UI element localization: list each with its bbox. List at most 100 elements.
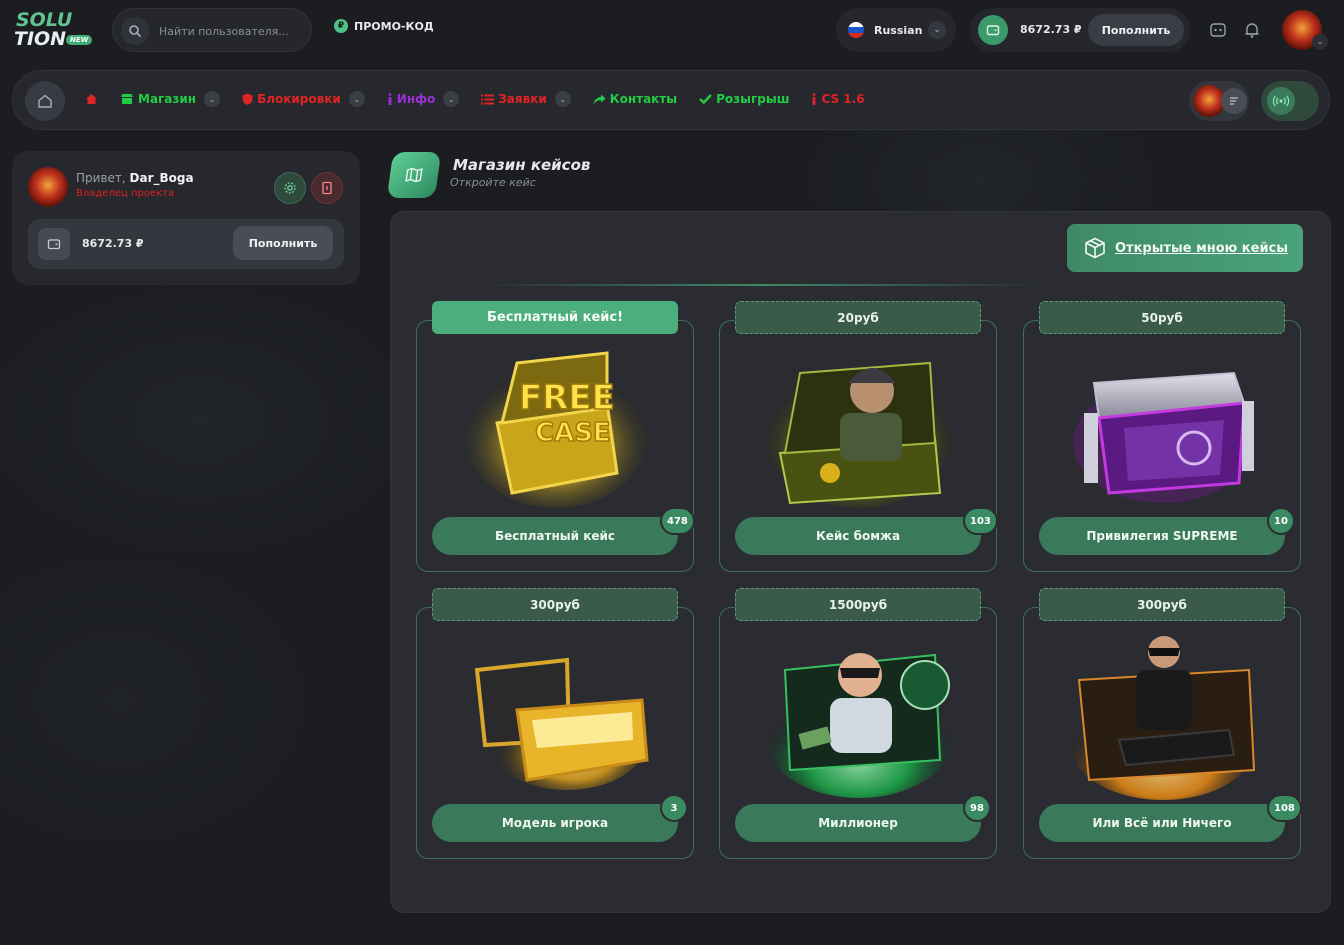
case-open-button[interactable]: Привилегия SUPREME	[1039, 517, 1285, 555]
case-image[interactable]	[457, 630, 655, 800]
nav-item-check[interactable]: Розыгрыш	[699, 92, 789, 106]
case-open-button[interactable]: Бесплатный кейс	[432, 517, 678, 555]
case-image[interactable]	[1064, 630, 1262, 800]
search-input[interactable]	[159, 21, 299, 41]
home-button[interactable]	[25, 81, 65, 121]
logo-new-badge: NEW	[66, 35, 93, 45]
nav-item-label: Инфо	[396, 92, 436, 106]
page-subtitle: Откройте кейс	[450, 176, 536, 189]
nav-item-label: Заявки	[498, 92, 547, 106]
menu-lines-icon	[1221, 88, 1247, 114]
promo-code-link[interactable]: ₽ ПРОМО-КОД	[334, 19, 434, 33]
logo-line-2: TION	[14, 28, 67, 50]
topup-button[interactable]: Пополнить	[1088, 14, 1184, 46]
case-card[interactable]: 50руб Привилегия SUPREME 10	[1023, 301, 1301, 572]
search-icon[interactable]	[121, 17, 149, 45]
user-menu-toggle[interactable]	[1189, 81, 1249, 121]
info-icon	[387, 93, 393, 105]
nav-item-label: CS 1.6	[821, 92, 865, 106]
nav-item-shield[interactable]: Блокировки ⌄	[242, 91, 365, 107]
nav-item-label: Контакты	[609, 92, 678, 106]
username: Dar_Boga	[129, 171, 194, 185]
cases-panel: Открытые мною кейсы Бесплатный кейс! FREE…	[390, 211, 1331, 913]
russia-flag-icon	[848, 22, 864, 38]
case-price-badge: Бесплатный кейс!	[432, 301, 678, 334]
home-icon	[85, 93, 98, 105]
page-title: Магазин кейсов	[453, 156, 591, 174]
case-image[interactable]	[1064, 343, 1262, 513]
nav-item-home[interactable]	[85, 93, 98, 105]
case-open-button[interactable]: Модель игрока	[432, 804, 678, 842]
case-price-badge: 300руб	[432, 588, 678, 621]
case-image[interactable]	[760, 343, 958, 513]
user-role: Владелец проекта	[76, 188, 175, 199]
chevron-down-icon[interactable]: ⌄	[204, 91, 221, 107]
wallet-icon	[978, 15, 1008, 45]
avatar[interactable]: ⌄	[1282, 10, 1328, 50]
nav-item-info[interactable]: Инфо ⌄	[387, 91, 460, 107]
greeting-prefix: Привет,	[76, 171, 130, 185]
chevron-down-icon: ⌄	[1312, 34, 1328, 50]
chevron-down-icon[interactable]: ⌄	[554, 91, 571, 107]
case-open-button[interactable]: Кейс бомжа	[735, 517, 981, 555]
search-box	[112, 8, 312, 52]
map-icon	[386, 152, 442, 198]
language-label: Russian	[874, 23, 923, 37]
chevron-down-icon[interactable]: ⌄	[443, 91, 460, 107]
case-image[interactable]	[760, 630, 958, 800]
case-card[interactable]: 20руб Кейс бомжа 103	[719, 301, 998, 572]
nav-item-label: Розыгрыш	[716, 92, 790, 106]
box-icon	[1085, 237, 1105, 259]
nav-item-share[interactable]: Контакты	[593, 92, 677, 106]
case-card[interactable]: 1500руб Миллионер 98	[719, 588, 997, 859]
case-open-count-badge: 3	[660, 794, 688, 822]
profile-wallet: 8672.73 ₽ Пополнить	[28, 219, 344, 269]
logo[interactable]: SOLU TION NEW	[14, 10, 94, 52]
gear-icon	[284, 182, 296, 194]
nav-item-store[interactable]: Магазин ⌄	[120, 91, 221, 107]
profile-balance: 8672.73 ₽	[82, 237, 144, 250]
case-open-count-badge: 108	[1267, 794, 1302, 822]
case-open-button[interactable]: Или Всё или Ничего	[1039, 804, 1285, 842]
check-icon	[699, 94, 712, 104]
nav-item-label: Блокировки	[257, 92, 341, 106]
store-icon	[120, 93, 134, 105]
avatar[interactable]	[28, 167, 68, 207]
case-card[interactable]: 300руб Модель игрока 3	[416, 588, 694, 859]
share-icon	[593, 94, 606, 105]
greeting: Привет, Dar_Boga	[76, 171, 194, 185]
broadcast-icon	[1267, 87, 1295, 115]
case-open-count-badge: 478	[660, 507, 695, 535]
bell-icon[interactable]	[1242, 20, 1262, 40]
case-image[interactable]: FREE CASE	[457, 343, 655, 513]
discord-icon[interactable]	[1208, 20, 1228, 40]
wallet-widget: 8672.73 ₽ Пополнить	[970, 8, 1190, 52]
list-icon	[481, 94, 495, 105]
case-price-badge: 1500руб	[735, 588, 981, 621]
nav-items: Магазин ⌄ Блокировки ⌄ Инфо ⌄ Заявки ⌄ Контакты Р…	[85, 91, 887, 107]
house-outline-icon	[38, 94, 52, 108]
chevron-down-icon: ⌄	[928, 21, 946, 39]
nav-item-label: Магазин	[138, 92, 197, 106]
door-exit-icon	[322, 181, 332, 195]
nav-item-list[interactable]: Заявки ⌄	[481, 91, 571, 107]
nav-item-info-i[interactable]: CS 1.6	[811, 92, 865, 106]
profile-topup-button[interactable]: Пополнить	[233, 226, 333, 260]
language-selector[interactable]: Russian ⌄	[836, 8, 956, 52]
top-bar: SOLU TION NEW ₽ ПРОМО-КОД Russian ⌄ 8672…	[0, 0, 1344, 62]
case-card[interactable]: 300руб Или Всё или Ничего 108	[1023, 588, 1302, 859]
chevron-down-icon[interactable]: ⌄	[348, 91, 365, 107]
case-art-text-1: FREE	[519, 378, 615, 418]
case-card[interactable]: Бесплатный кейс! FREE CASE Бесплатный кейс 4…	[416, 301, 695, 572]
ruble-icon: ₽	[334, 19, 348, 33]
divider	[481, 284, 1041, 286]
promo-code-label: ПРОМО-КОД	[354, 19, 434, 33]
case-art-text-2: CASE	[535, 418, 611, 448]
profile-card: Привет, Dar_Boga Владелец проекта 8672.7…	[12, 151, 360, 285]
opened-cases-button[interactable]: Открытые мною кейсы	[1067, 224, 1303, 272]
case-open-button[interactable]: Миллионер	[735, 804, 981, 842]
settings-button[interactable]	[274, 172, 306, 204]
online-status-toggle[interactable]	[1261, 81, 1319, 121]
logout-button[interactable]	[311, 172, 343, 204]
case-price-badge: 50руб	[1039, 301, 1285, 334]
